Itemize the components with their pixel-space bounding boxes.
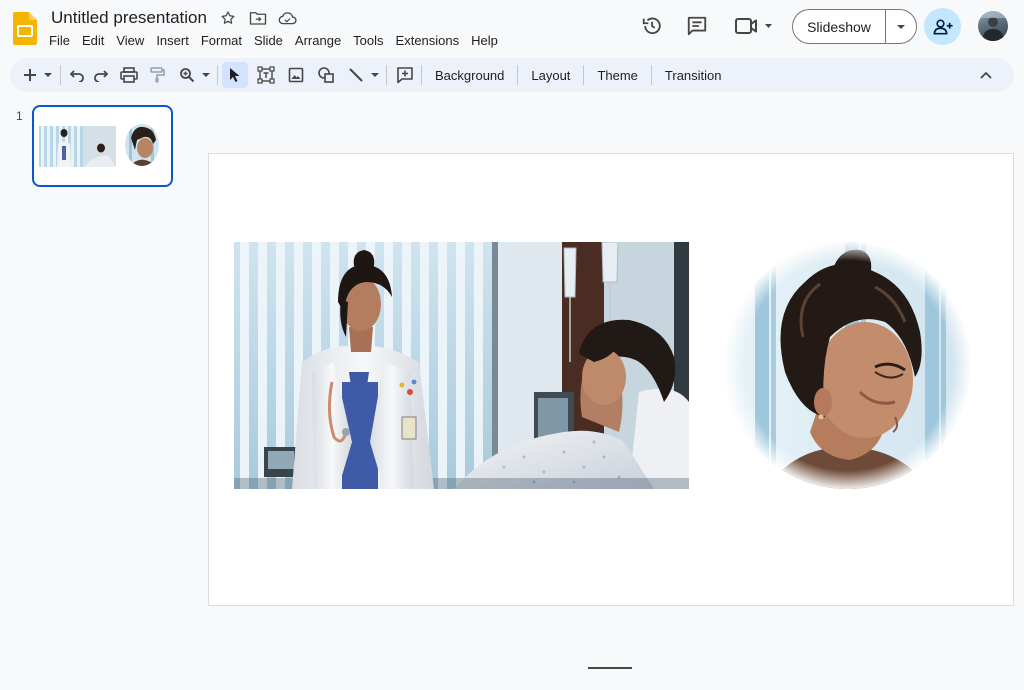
- star-icon[interactable]: [217, 7, 239, 29]
- slideshow-dropdown-icon[interactable]: [886, 10, 916, 43]
- hospital-scene-image[interactable]: [234, 242, 689, 489]
- comments-icon[interactable]: [681, 10, 713, 42]
- account-avatar[interactable]: [978, 11, 1008, 41]
- print-icon[interactable]: [117, 62, 141, 88]
- line-icon[interactable]: [344, 62, 368, 88]
- document-title[interactable]: Untitled presentation: [49, 8, 209, 28]
- paint-format-icon[interactable]: [145, 62, 169, 88]
- main-toolbar: Background Layout Theme Transition: [10, 58, 1014, 92]
- slide-thumbnail-preview: [39, 124, 159, 167]
- slide-canvas[interactable]: [208, 153, 1014, 606]
- new-slide-dropdown-icon[interactable]: [40, 62, 56, 88]
- background-button[interactable]: Background: [426, 62, 513, 88]
- zoom-dropdown-icon[interactable]: [199, 62, 213, 88]
- toolbar-divider: [386, 65, 387, 85]
- canvas-scroll-indicator: [588, 667, 632, 669]
- menu-file[interactable]: File: [43, 31, 76, 50]
- move-folder-icon[interactable]: [247, 7, 269, 29]
- toolbar-divider: [421, 65, 422, 85]
- portrait-crop-illustration: [725, 242, 970, 489]
- menu-help[interactable]: Help: [465, 31, 504, 50]
- undo-icon[interactable]: [65, 62, 89, 88]
- share-button[interactable]: [924, 8, 961, 45]
- toolbar-divider: [217, 65, 218, 85]
- text-box-icon[interactable]: [254, 62, 278, 88]
- line-dropdown-icon[interactable]: [368, 62, 382, 88]
- toolbar-divider: [650, 65, 652, 85]
- slideshow-label[interactable]: Slideshow: [793, 10, 886, 43]
- transition-button[interactable]: Transition: [656, 62, 731, 88]
- menu-extensions[interactable]: Extensions: [390, 31, 466, 50]
- slide-thumbnail[interactable]: [32, 105, 173, 187]
- toolbar-divider: [583, 65, 585, 85]
- portrait-circle-image[interactable]: [725, 242, 970, 489]
- app-header: Untitled presentation File Edit View Ins…: [0, 0, 1024, 56]
- zoom-icon[interactable]: [175, 62, 199, 88]
- shape-icon[interactable]: [314, 62, 338, 88]
- menu-view[interactable]: View: [110, 31, 150, 50]
- slides-app: Untitled presentation File Edit View Ins…: [0, 0, 1024, 690]
- toolbar-divider: [517, 65, 519, 85]
- version-history-icon[interactable]: [636, 10, 668, 42]
- select-tool-icon[interactable]: [222, 62, 248, 88]
- menu-slide[interactable]: Slide: [248, 31, 289, 50]
- cloud-status-icon[interactable]: [277, 7, 299, 29]
- title-row: Untitled presentation: [49, 7, 299, 29]
- redo-icon[interactable]: [89, 62, 113, 88]
- hospital-scene-illustration: [234, 242, 689, 489]
- new-slide-icon[interactable]: [20, 62, 40, 88]
- theme-button[interactable]: Theme: [588, 62, 646, 88]
- slides-logo-icon[interactable]: [13, 12, 37, 45]
- layout-button[interactable]: Layout: [522, 62, 579, 88]
- menu-format[interactable]: Format: [195, 31, 248, 50]
- slide-number: 1: [16, 109, 23, 123]
- menu-tools[interactable]: Tools: [347, 31, 389, 50]
- slideshow-button[interactable]: Slideshow: [792, 9, 917, 44]
- menu-bar: File Edit View Insert Format Slide Arran…: [43, 31, 504, 50]
- menu-insert[interactable]: Insert: [150, 31, 195, 50]
- video-call-icon[interactable]: [732, 10, 776, 42]
- toolbar-divider: [60, 65, 61, 85]
- add-comment-icon[interactable]: [393, 62, 417, 88]
- chevron-up-icon[interactable]: [974, 62, 998, 88]
- menu-arrange[interactable]: Arrange: [289, 31, 347, 50]
- menu-edit[interactable]: Edit: [76, 31, 110, 50]
- share-person-add-icon: [932, 19, 953, 35]
- insert-image-icon[interactable]: [284, 62, 308, 88]
